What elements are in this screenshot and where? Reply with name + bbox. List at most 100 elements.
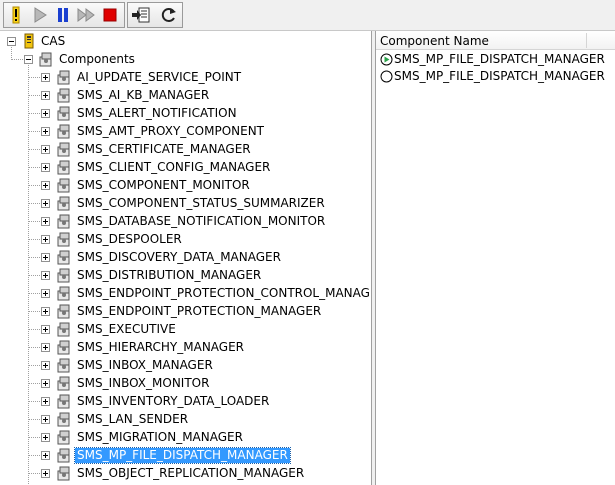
tree-node-component[interactable]: SMS_INVENTORY_DATA_LOADER bbox=[0, 393, 371, 411]
tree-node-component[interactable]: SMS_OBJECT_REPLICATION_MANAGER bbox=[0, 465, 371, 483]
expand-toggle[interactable] bbox=[41, 451, 50, 460]
expand-toggle[interactable] bbox=[41, 379, 50, 388]
component-icon bbox=[57, 88, 70, 103]
collapse-toggle[interactable] bbox=[24, 55, 33, 64]
tree-node-component[interactable]: SMS_DISTRIBUTION_MANAGER bbox=[0, 267, 371, 285]
tree-node-component[interactable]: SMS_LAN_SENDER bbox=[0, 411, 371, 429]
expand-toggle[interactable] bbox=[41, 343, 50, 352]
tree-node-component[interactable]: SMS_DATABASE_NOTIFICATION_MONITOR bbox=[0, 213, 371, 231]
tree-node-component[interactable]: SMS_DISCOVERY_DATA_MANAGER bbox=[0, 249, 371, 267]
expand-toggle[interactable] bbox=[41, 433, 50, 442]
tree-line bbox=[29, 311, 41, 312]
tree-line bbox=[29, 113, 41, 114]
tree-node-component[interactable]: SMS_MIGRATION_MANAGER bbox=[0, 429, 371, 447]
expand-toggle[interactable] bbox=[41, 415, 50, 424]
expand-toggle[interactable] bbox=[41, 73, 50, 82]
refresh-button[interactable] bbox=[159, 5, 179, 25]
expand-toggle[interactable] bbox=[41, 469, 50, 478]
tree-node-component[interactable]: SMS_CLIENT_CONFIG_MANAGER bbox=[0, 159, 371, 177]
expand-toggle[interactable] bbox=[41, 271, 50, 280]
tree-node-component[interactable]: SMS_DESPOOLER bbox=[0, 231, 371, 249]
expand-toggle[interactable] bbox=[41, 163, 50, 172]
toolbar bbox=[0, 0, 615, 31]
tree-line bbox=[29, 365, 41, 366]
component-icon bbox=[57, 358, 70, 373]
collapse-toggle[interactable] bbox=[7, 37, 16, 46]
tree-line bbox=[29, 221, 41, 222]
pause-button[interactable] bbox=[53, 5, 73, 25]
tree-node-component[interactable]: SMS_ENDPOINT_PROTECTION_CONTROL_MANAGER bbox=[0, 285, 371, 303]
expand-toggle[interactable] bbox=[41, 253, 50, 262]
tree-line bbox=[29, 383, 41, 384]
component-icon bbox=[57, 232, 70, 247]
tree-node-component[interactable]: SMS_COMPONENT_STATUS_SUMMARIZER bbox=[0, 195, 371, 213]
tree-line bbox=[29, 149, 41, 150]
tree-node-label: AI_UPDATE_SERVICE_POINT bbox=[77, 70, 242, 84]
expand-toggle[interactable] bbox=[41, 199, 50, 208]
expand-toggle[interactable] bbox=[41, 361, 50, 370]
fast-forward-button[interactable] bbox=[76, 5, 96, 25]
component-icon bbox=[57, 322, 70, 337]
expand-toggle[interactable] bbox=[41, 91, 50, 100]
export-button[interactable] bbox=[131, 5, 151, 25]
tree-node-component[interactable]: SMS_AI_KB_MANAGER bbox=[0, 87, 371, 105]
expand-toggle[interactable] bbox=[41, 217, 50, 226]
tree-line bbox=[29, 347, 41, 348]
tree-node-component[interactable]: SMS_CERTIFICATE_MANAGER bbox=[0, 141, 371, 159]
tree-node-component[interactable]: SMS_INBOX_MANAGER bbox=[0, 357, 371, 375]
tree-node-label: SMS_ENDPOINT_PROTECTION_MANAGER bbox=[77, 304, 322, 318]
component-tree[interactable]: CAS Components AI_UPDATE_SERVICE_POINT SM… bbox=[0, 31, 372, 485]
list-item-label: SMS_MP_FILE_DISPATCH_MANAGER bbox=[394, 52, 605, 66]
stop-button[interactable] bbox=[100, 5, 120, 25]
expand-toggle[interactable] bbox=[41, 127, 50, 136]
list-item[interactable]: SMS_MP_FILE_DISPATCH_MANAGER bbox=[376, 51, 615, 68]
expand-toggle[interactable] bbox=[41, 325, 50, 334]
tree-node-label: SMS_INVENTORY_DATA_LOADER bbox=[77, 394, 270, 408]
tree-node-components[interactable]: Components bbox=[0, 51, 371, 69]
column-separator[interactable] bbox=[586, 33, 587, 48]
expand-toggle[interactable] bbox=[41, 181, 50, 190]
component-icon bbox=[57, 412, 70, 427]
tree-node-component[interactable]: SMS_AMT_PROXY_COMPONENT bbox=[0, 123, 371, 141]
tree-node-label: SMS_INBOX_MANAGER bbox=[77, 358, 213, 372]
expand-toggle[interactable] bbox=[41, 145, 50, 154]
tree-node-component[interactable]: SMS_ALERT_NOTIFICATION bbox=[0, 105, 371, 123]
component-icon bbox=[57, 70, 70, 85]
tree-node-label: SMS_DISTRIBUTION_MANAGER bbox=[77, 268, 262, 282]
tree-node-label: SMS_HIERARCHY_MANAGER bbox=[77, 340, 245, 354]
component-detail-list[interactable]: Component Name SMS_MP_FILE_DISPATCH_MANA… bbox=[376, 31, 615, 485]
column-header-component-name[interactable]: Component Name bbox=[376, 31, 615, 50]
component-icon bbox=[57, 448, 70, 463]
tree-node-label: SMS_CLIENT_CONFIG_MANAGER bbox=[77, 160, 271, 174]
component-icon bbox=[57, 466, 70, 481]
fast-forward-icon bbox=[77, 8, 95, 22]
component-icon bbox=[57, 142, 70, 157]
expand-toggle[interactable] bbox=[41, 109, 50, 118]
tree-node-label: SMS_COMPONENT_STATUS_SUMMARIZER bbox=[77, 196, 325, 210]
list-item-label: SMS_MP_FILE_DISPATCH_MANAGER bbox=[394, 69, 605, 83]
warning-button[interactable] bbox=[6, 5, 26, 25]
tree-node-root[interactable]: CAS bbox=[0, 33, 371, 51]
play-button[interactable] bbox=[30, 5, 50, 25]
tree-node-label: SMS_AMT_PROXY_COMPONENT bbox=[77, 124, 265, 138]
tree-node-component[interactable]: SMS_EXECUTIVE bbox=[0, 321, 371, 339]
tree-node-component[interactable]: SMS_INBOX_MONITOR bbox=[0, 375, 371, 393]
tree-node-component[interactable]: SMS_COMPONENT_MONITOR bbox=[0, 177, 371, 195]
expand-toggle[interactable] bbox=[41, 235, 50, 244]
expand-toggle[interactable] bbox=[41, 289, 50, 298]
tree-node-component[interactable]: AI_UPDATE_SERVICE_POINT bbox=[0, 69, 371, 87]
tree-node-label: SMS_EXECUTIVE bbox=[77, 322, 176, 336]
play-icon bbox=[34, 7, 47, 23]
list-item[interactable]: SMS_MP_FILE_DISPATCH_MANAGER bbox=[376, 68, 615, 85]
component-icon bbox=[57, 430, 70, 445]
component-icon bbox=[57, 304, 70, 319]
tree-node-component[interactable]: SMS_MP_FILE_DISPATCH_MANAGER bbox=[0, 447, 371, 465]
tree-node-component[interactable]: SMS_ENDPOINT_PROTECTION_MANAGER bbox=[0, 303, 371, 321]
tree-node-component[interactable]: SMS_HIERARCHY_MANAGER bbox=[0, 339, 371, 357]
refresh-icon bbox=[161, 8, 176, 22]
tree-node-label: SMS_OBJECT_REPLICATION_MANAGER bbox=[77, 466, 305, 480]
tree-line bbox=[29, 239, 41, 240]
expand-toggle[interactable] bbox=[41, 397, 50, 406]
tree-node-label: SMS_DATABASE_NOTIFICATION_MONITOR bbox=[77, 214, 326, 228]
expand-toggle[interactable] bbox=[41, 307, 50, 316]
